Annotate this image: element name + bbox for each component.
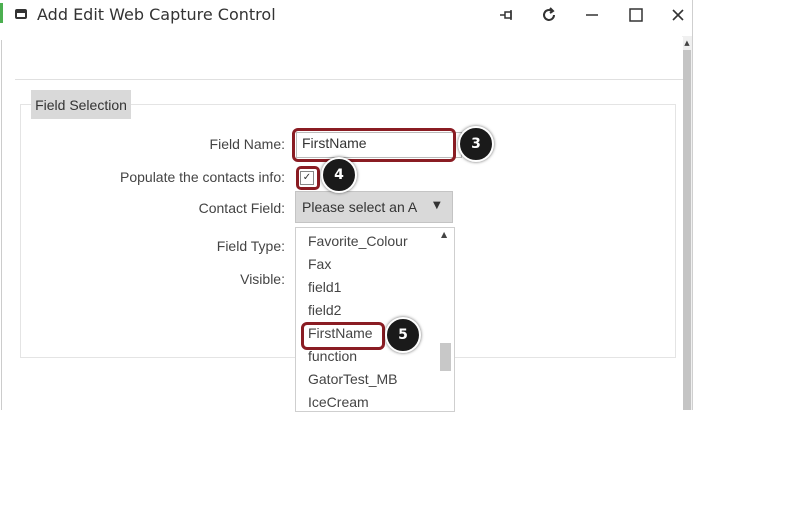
left-edge-accent	[0, 3, 3, 23]
contact-field-label: Contact Field:	[198, 200, 285, 216]
field-selection-legend: Field Selection	[31, 90, 131, 119]
scroll-up-icon[interactable]: ▲	[682, 38, 692, 48]
scrollbar-thumb[interactable]	[683, 50, 691, 410]
minimize-icon[interactable]	[578, 3, 606, 27]
left-edge-divider	[1, 40, 2, 410]
dropdown-scrollbar[interactable]	[437, 228, 454, 411]
window-title: Add Edit Web Capture Control	[37, 5, 276, 24]
window-icon	[15, 9, 27, 19]
field-name-label: Field Name:	[209, 136, 285, 152]
refresh-icon[interactable]	[535, 3, 563, 27]
chevron-down-icon: ▼	[433, 200, 441, 211]
populate-contacts-label: Populate the contacts info:	[120, 169, 285, 185]
dropdown-option[interactable]: field1	[308, 279, 341, 295]
pin-icon[interactable]	[493, 3, 521, 27]
dropdown-option[interactable]: field2	[308, 302, 341, 318]
dropdown-option[interactable]: GatorTest_MB	[308, 371, 397, 387]
dialog-content: Field Selection Field Name: FirstName Po…	[15, 37, 683, 412]
dialog-window: Add Edit Web Capture Control ▲ Field Sel…	[5, 0, 693, 412]
dropdown-option[interactable]: function	[308, 348, 357, 364]
dropdown-option[interactable]: Favorite_Colour	[308, 233, 408, 249]
dropdown-scrollbar-thumb[interactable]	[440, 343, 451, 371]
maximize-icon[interactable]	[622, 3, 650, 27]
step-badge-5: 5	[385, 317, 421, 353]
field-type-label: Field Type:	[216, 238, 285, 254]
step-badge-3: 3	[458, 126, 494, 162]
dropdown-option[interactable]: IceCream	[308, 394, 369, 410]
highlight-checkbox	[296, 166, 320, 190]
contact-field-dropdown: Favorite_Colour Fax field1 field2 FirstN…	[295, 227, 455, 412]
contact-field-selected: Please select an A	[302, 199, 418, 215]
header-divider	[15, 79, 683, 80]
close-icon[interactable]	[664, 3, 692, 27]
highlight-field-name	[292, 128, 456, 162]
dropdown-scroll-up-icon[interactable]: ▲	[441, 230, 447, 239]
visible-label: Visible:	[240, 271, 285, 287]
dropdown-option[interactable]: Fax	[308, 256, 331, 272]
step-badge-4: 4	[321, 157, 357, 193]
title-bar: Add Edit Web Capture Control	[5, 0, 692, 30]
contact-field-select[interactable]: Please select an A ▼	[295, 191, 453, 223]
highlight-firstname-option	[301, 322, 385, 350]
